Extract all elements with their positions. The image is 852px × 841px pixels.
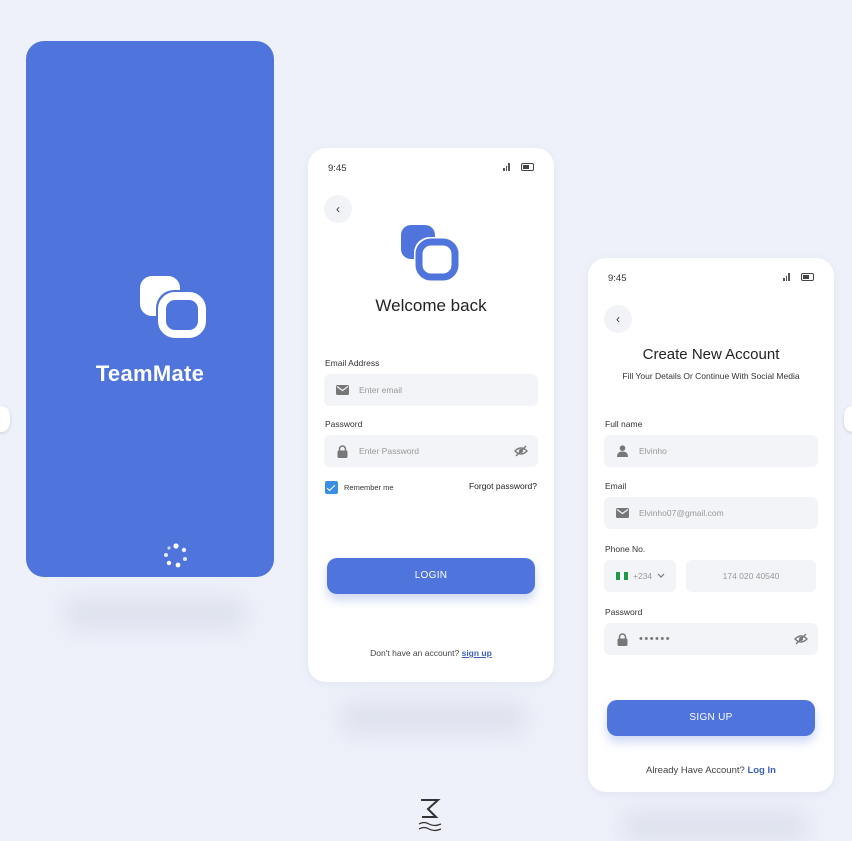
- signal-icon: [783, 273, 791, 281]
- page-title: Welcome back: [375, 296, 487, 315]
- phone-number-field[interactable]: 174 020 40540: [686, 560, 816, 592]
- battery-icon: [801, 273, 814, 281]
- password-value: ••••••: [639, 633, 672, 645]
- status-time: 9:45: [608, 273, 627, 284]
- phone-label: Phone No.: [605, 544, 646, 554]
- remember-me-checkbox[interactable]: [325, 481, 338, 494]
- country-code: +234: [633, 571, 653, 581]
- phone-row: +234 174 020 40540: [604, 560, 816, 592]
- remember-me-label: Remember me: [344, 483, 394, 492]
- signal-icon: [503, 163, 511, 171]
- battery-icon: [521, 163, 534, 171]
- status-icons: [503, 163, 534, 171]
- page-title: Create New Account: [642, 346, 780, 363]
- login-screen: 9:45 ‹ Welcome back Email Address Enter …: [308, 148, 554, 682]
- status-time: 9:45: [328, 163, 347, 174]
- envelope-icon: [615, 506, 629, 520]
- email-field[interactable]: Elvinho07@gmail.com: [604, 497, 818, 529]
- email-value: Elvinho07@gmail.com: [639, 508, 724, 518]
- signup-prompt: Don't have an account? sign up: [308, 648, 554, 658]
- teammate-logo-icon: [401, 225, 460, 282]
- chevron-down-icon: [657, 573, 665, 578]
- remember-me-row[interactable]: Remember me: [325, 481, 394, 494]
- country-code-select[interactable]: +234: [604, 560, 676, 592]
- login-link[interactable]: Log In: [747, 765, 776, 776]
- login-prompt: Already Have Account? Log In: [588, 765, 834, 776]
- app-name: TeamMate: [95, 361, 205, 386]
- password-placeholder: Enter Password: [359, 446, 419, 456]
- user-icon: [615, 444, 629, 458]
- forgot-password-link[interactable]: Forgot password?: [469, 481, 537, 491]
- fullname-field[interactable]: Elvinho: [604, 435, 818, 467]
- splash-screen: TeamMate: [26, 41, 274, 577]
- email-placeholder: Enter email: [359, 385, 402, 395]
- signup-screen: 9:45 ‹ Create New Account Fill Your Deta…: [588, 258, 834, 792]
- watermark-logo-icon: [418, 799, 442, 832]
- loading-spinner-icon: [164, 543, 187, 568]
- teammate-logo-icon: [140, 276, 208, 340]
- signup-prompt-text: Don't have an account?: [370, 648, 460, 658]
- email-label: Email Address: [325, 358, 380, 368]
- page-subtitle: Fill Your Details Or Continue With Socia…: [622, 371, 800, 381]
- lock-icon: [335, 444, 349, 458]
- eye-off-icon[interactable]: [794, 632, 808, 646]
- email-label: Email: [605, 481, 627, 491]
- back-button[interactable]: ‹: [604, 305, 632, 333]
- status-icons: [783, 273, 814, 281]
- signup-link[interactable]: sign up: [462, 648, 492, 658]
- signup-shadow: [620, 808, 810, 841]
- login-prompt-text: Already Have Account?: [646, 765, 745, 776]
- splash-shadow: [62, 596, 248, 632]
- password-label: Password: [605, 607, 643, 617]
- password-label: Password: [325, 419, 363, 429]
- envelope-icon: [335, 383, 349, 397]
- login-button[interactable]: LOGIN: [327, 558, 535, 594]
- email-field[interactable]: Enter email: [324, 374, 538, 406]
- eye-off-icon[interactable]: [514, 444, 528, 458]
- signup-button[interactable]: SIGN UP: [607, 700, 815, 736]
- back-button[interactable]: ‹: [324, 195, 352, 223]
- lock-icon: [615, 632, 629, 646]
- nigeria-flag-icon: [616, 572, 628, 580]
- carousel-next-button[interactable]: [844, 406, 852, 432]
- fullname-value: Elvinho: [639, 446, 667, 456]
- carousel-prev-button[interactable]: [0, 406, 10, 432]
- fullname-label: Full name: [605, 419, 643, 429]
- password-field[interactable]: ••••••: [604, 623, 818, 655]
- password-field[interactable]: Enter Password: [324, 435, 538, 467]
- login-shadow: [338, 700, 528, 736]
